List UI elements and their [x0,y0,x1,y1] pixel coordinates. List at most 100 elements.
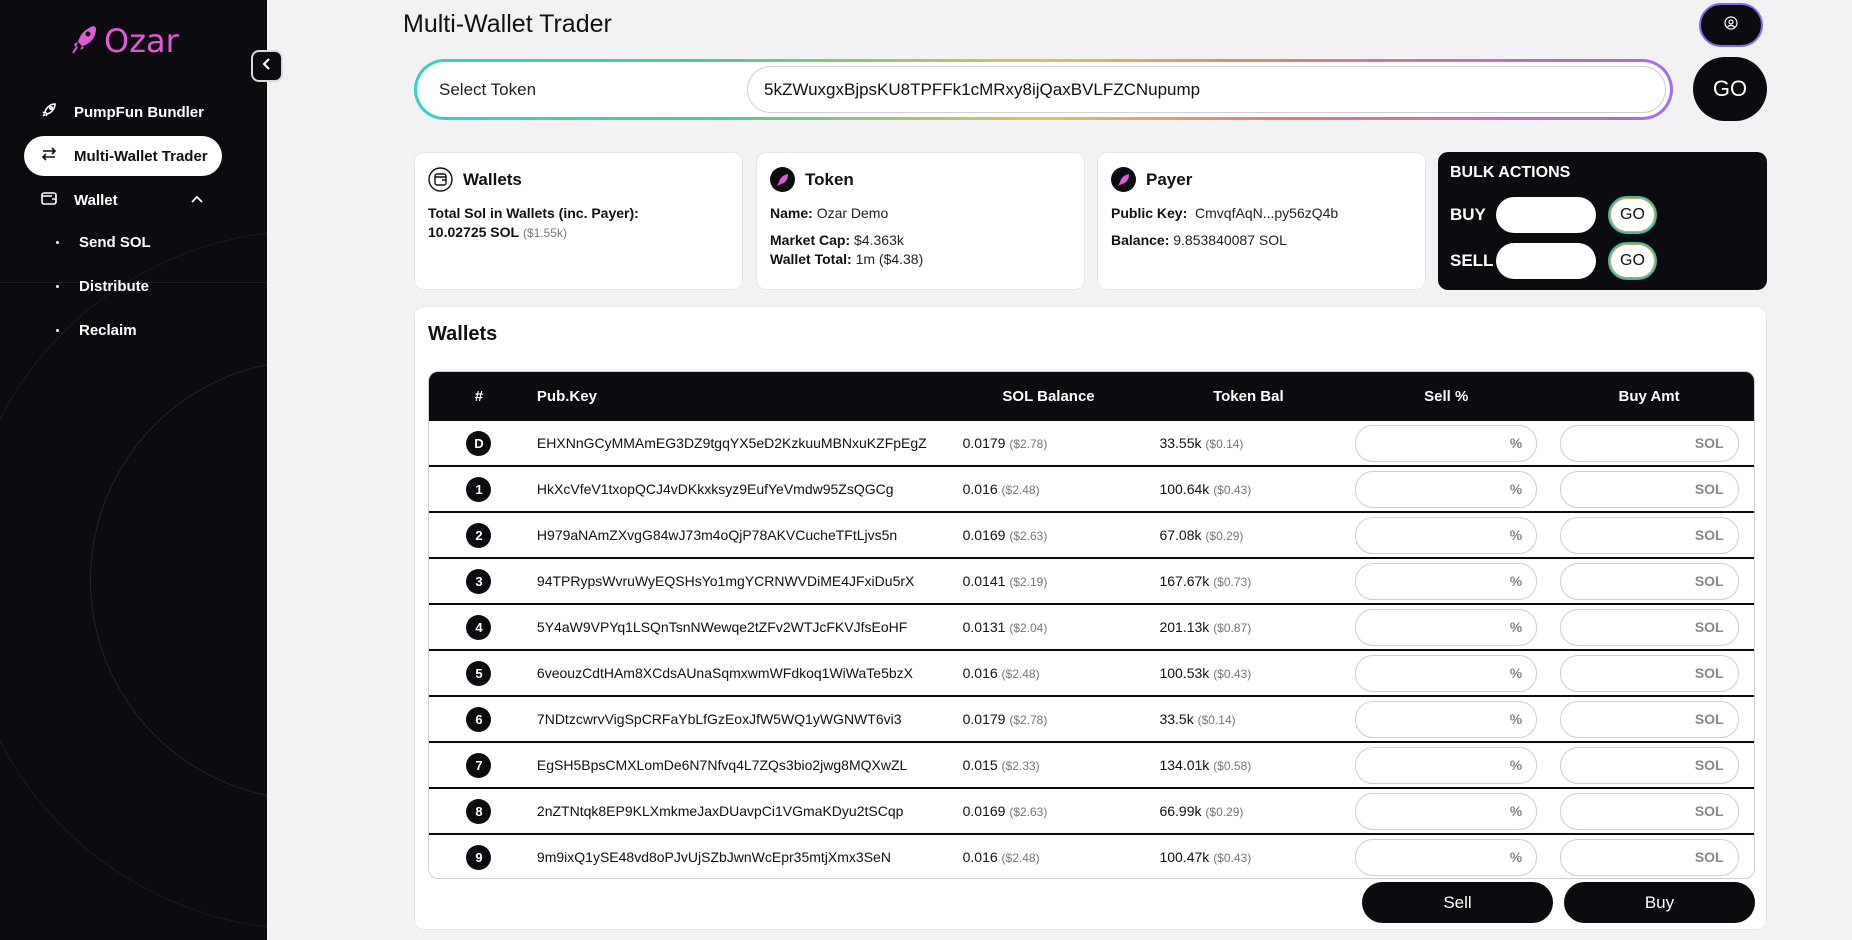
buy-amount-input[interactable]: SOL [1559,470,1739,508]
buy-amount-input[interactable]: SOL [1559,838,1739,876]
buy-amount-cell: SOL [1544,792,1754,830]
wallet-total-row: Wallet Total: 1m ($4.38) [770,250,1071,269]
sell-percent-cell: % [1348,608,1544,646]
bulk-buy-go-button[interactable]: GO [1608,196,1657,234]
percent-suffix: % [1509,527,1523,543]
go-button[interactable]: GO [1693,57,1767,121]
sol-balance: 0.016 [962,481,998,497]
pubkey-cell[interactable]: H979aNAmZXvgG84wJ73m4oQjP78AKVCucheTFtLj… [529,527,949,543]
row-index-cell: 3 [429,568,529,594]
percent-suffix: % [1509,435,1523,451]
table-header: # Pub.Key SOL Balance Token Bal Sell % B… [429,372,1754,421]
buy-amount-input[interactable]: SOL [1559,608,1739,646]
pubkey-cell[interactable]: 94TPRypsWvruWyEQSHsYo1mgYCRNWVDiME4JFxiD… [529,573,949,589]
sell-percent-cell: % [1348,470,1544,508]
token-name-label: Name: [770,205,813,221]
sidebar-subitem-label: Send SOL [79,234,151,251]
sol-balance-usd: ($2.33) [1001,759,1040,773]
header-sol-balance: SOL Balance [1002,388,1095,405]
token-balance-cell: 167.67k ($0.73) [1148,573,1348,589]
select-token-button[interactable]: Select Token [417,80,747,100]
buy-amount-input[interactable]: SOL [1559,562,1739,600]
sell-percent-input[interactable]: % [1355,562,1538,600]
sidebar-subitem-distribute[interactable]: Distribute [56,278,149,295]
wallet-index-badge: 9 [466,844,492,870]
sell-percent-cell: % [1348,516,1544,554]
logo[interactable]: Ozar [72,22,179,60]
buy-amount-input[interactable]: SOL [1559,654,1739,692]
row-index-cell: D [429,430,529,456]
buy-amount-input[interactable]: SOL [1559,424,1739,462]
sidebar-item-label: PumpFun Bundler [74,103,204,121]
buy-amount-cell: SOL [1544,700,1754,738]
wallet-icon [428,167,453,192]
pubkey-cell[interactable]: 7NDtzcwrvVigSpCRFaYbLfGzEoxJfW5WQ1yWGNWT… [529,711,949,727]
pubkey-cell[interactable]: EgSH5BpsCMXLomDe6N7Nfvq4L7ZQs3bio2jwg8MQ… [529,757,949,773]
row-index-cell: 2 [429,522,529,548]
sell-percent-input[interactable]: % [1355,424,1538,462]
percent-suffix: % [1509,619,1523,635]
pubkey-cell[interactable]: HkXcVfeV1txopQCJ4vDKkxksyz9EufYeVmdw95Zs… [529,481,949,497]
bulk-sell-input[interactable] [1496,243,1596,279]
payer-balance-value: 9.853840087 SOL [1173,232,1287,248]
sell-percent-input[interactable]: % [1355,654,1538,692]
buy-amount-cell: SOL [1544,838,1754,876]
sell-percent-input[interactable]: % [1355,470,1538,508]
sidebar-subitem-reclaim[interactable]: Reclaim [56,322,137,339]
header-token-balance: Token Bal [1213,388,1284,405]
pubkey-cell[interactable]: EHXNnGCyMMAmEG3DZ9tgqYX5eD2KzkuuMBNxuKZF… [529,435,949,451]
sol-balance-usd: ($2.78) [1009,437,1048,451]
buy-amount-input[interactable]: SOL [1559,792,1739,830]
sell-percent-input[interactable]: % [1355,838,1538,876]
sol-balance-usd: ($2.19) [1009,575,1048,589]
sol-suffix: SOL [1694,665,1724,681]
buy-amount-input[interactable]: SOL [1559,516,1739,554]
token-address-input[interactable] [747,66,1666,113]
table-body: D EHXNnGCyMMAmEG3DZ9tgqYX5eD2KzkuuMBNxuK… [429,421,1754,878]
buy-amount-cell: SOL [1544,424,1754,462]
sell-percent-input[interactable]: % [1355,608,1538,646]
sidebar-item-multi-wallet-trader[interactable]: Multi-Wallet Trader [24,136,222,176]
sol-balance-usd: ($2.48) [1001,851,1040,865]
token-balance-cell: 100.64k ($0.43) [1148,481,1348,497]
sell-percent-input[interactable]: % [1355,792,1538,830]
sell-percent-input[interactable]: % [1355,700,1538,738]
wallet-index-badge: 5 [466,660,492,686]
token-balance: 134.01k [1159,757,1210,773]
page-title: Multi-Wallet Trader [403,10,612,38]
pubkey-cell[interactable]: 9m9ixQ1ySE48vd8oPJvUjSZbJwnWcEpr35mtjXmx… [529,849,949,865]
payer-summary-card: Payer Public Key: CmvqfAqN...py56zQ4b Ba… [1097,152,1426,290]
buy-amount-input[interactable]: SOL [1559,700,1739,738]
percent-suffix: % [1509,711,1523,727]
collapse-sidebar-button[interactable] [251,50,283,82]
sidebar-subitem-send-sol[interactable]: Send SOL [56,234,151,251]
sell-button[interactable]: Sell [1362,882,1553,923]
logo-text: Ozar [104,22,179,60]
pubkey-cell[interactable]: 5Y4aW9VPYq1LSQnTsnNWewqe2tZFv2WTJcFKVJfs… [529,619,949,635]
sol-balance: 0.015 [962,757,998,773]
buy-button[interactable]: Buy [1564,882,1755,923]
pubkey-cell[interactable]: 6veouzCdtHAm8XCdsAUnaSqmxwmWFdkoq1WiWaTe… [529,665,949,681]
card-title: Payer [1146,169,1193,189]
sidebar-item-wallet[interactable]: Wallet [24,180,222,220]
buy-amount-cell: SOL [1544,746,1754,784]
wallets-table[interactable]: # Pub.Key SOL Balance Token Bal Sell % B… [428,371,1755,879]
sell-percent-input[interactable]: % [1355,516,1538,554]
sol-balance: 0.0179 [962,435,1006,451]
total-sol-row: Total Sol in Wallets (inc. Payer): 10.02… [428,204,729,243]
sell-percent-input[interactable]: % [1355,746,1538,784]
token-balance-cell: 100.53k ($0.43) [1148,665,1348,681]
wallet-index-badge: 8 [466,798,492,824]
payer-key-value[interactable]: CmvqfAqN...py56zQ4b [1195,205,1338,221]
wallet-index-badge: 3 [466,568,492,594]
wallet-total-label: Wallet Total: [770,251,852,267]
bulk-sell-go-button[interactable]: GO [1608,242,1657,280]
sidebar-item-pumpfun-bundler[interactable]: PumpFun Bundler [24,92,222,132]
profile-button[interactable] [1699,3,1763,47]
card-title: Token [805,169,854,189]
buy-amount-cell: SOL [1544,470,1754,508]
pubkey-cell[interactable]: 2nZTNtqk8EP9KLXmkmeJaxDUavpCi1VGmaKDyu2t… [529,803,949,819]
payer-key-row: Public Key: CmvqfAqN...py56zQ4b [1111,204,1412,223]
buy-amount-input[interactable]: SOL [1559,746,1739,784]
bulk-buy-input[interactable] [1496,197,1596,233]
